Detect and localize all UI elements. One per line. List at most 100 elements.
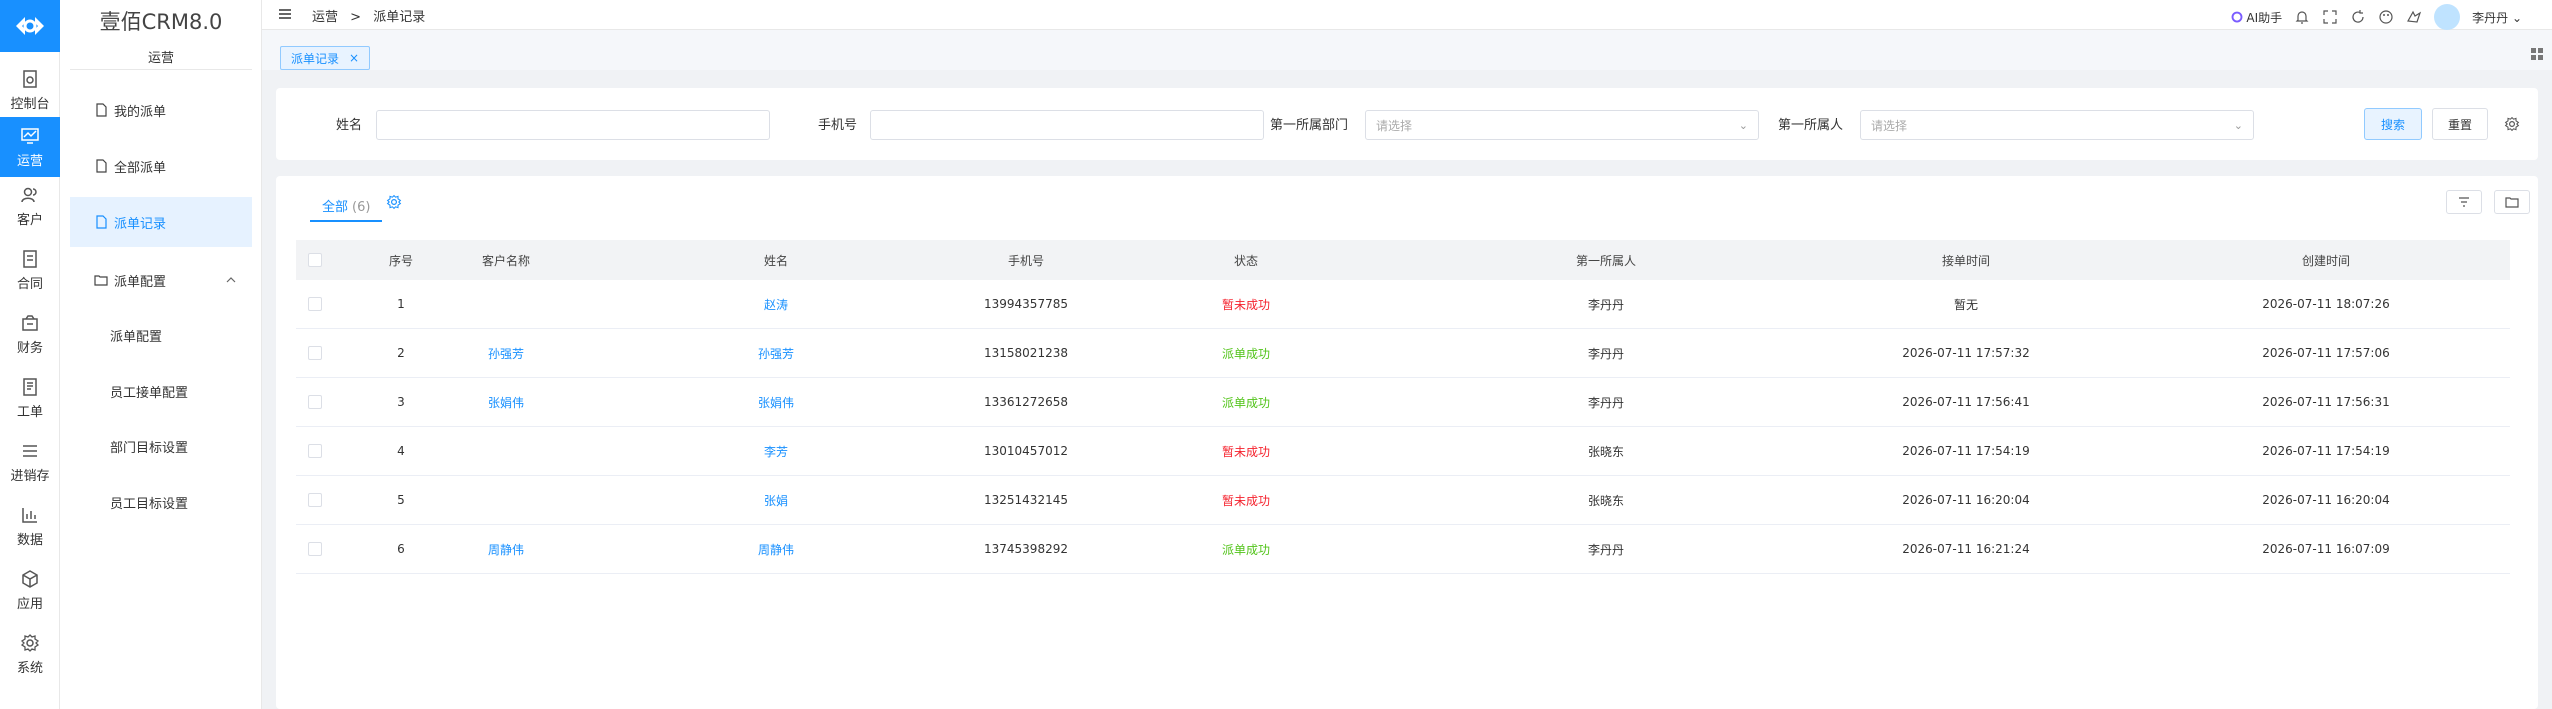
table-row: 6 周静伟 周静伟 13745398292 派单成功 李丹丹 2026-07-11 16:2… [296, 525, 2510, 574]
rail-item-data[interactable]: 数据 [0, 496, 60, 556]
list-icon [23, 444, 37, 457]
rail-item-finance[interactable]: 财务 [0, 304, 60, 364]
row-created-time: 2026-07-11 17:56:31 [2262, 395, 2390, 409]
row-name[interactable]: 周静伟 [696, 525, 856, 573]
owner-label: 第一所属人 [1778, 118, 1844, 133]
menu-group-dispatch-config[interactable]: 派单配置 [70, 255, 252, 305]
menu-item-label: 我的派单 [114, 104, 167, 120]
chevron-down-icon: ⌄ [2233, 119, 2243, 132]
avatar[interactable] [2434, 4, 2461, 30]
row-name[interactable]: 赵涛 [696, 280, 856, 328]
row-checkbox[interactable] [308, 395, 322, 409]
menu-child-dept-target[interactable]: 部门目标设置 [70, 421, 252, 471]
menu-child-label: 派单配置 [110, 329, 163, 345]
owner-select[interactable]: 请选择 ⌄ [1860, 110, 2254, 140]
menu-child-dispatch-config[interactable]: 派单配置 [70, 310, 252, 360]
reset-button[interactable]: 重置 [2432, 108, 2488, 140]
row-customer[interactable] [426, 280, 586, 328]
row-accept-time: 2026-07-11 17:54:19 [1902, 444, 2030, 458]
dept-select[interactable]: 请选择 ⌄ [1365, 110, 1759, 140]
header-owner: 第一所属人 [1575, 253, 1636, 268]
rail-label: 数据 [16, 532, 43, 548]
app-rail: 控制台 运营 客户 合同 财务 工单 进销存 数据 应用 系统 [0, 0, 60, 709]
rail-item-system[interactable]: 系统 [0, 624, 60, 684]
fullscreen-icon[interactable] [2322, 9, 2338, 25]
table-panel: 全部 (6) 序号 客户名称 姓名 手机号 状态 第一所属人 接单时间 创建时间 … [276, 176, 2538, 709]
top-tools: AI助手 李丹丹 ⌄ [2231, 4, 2522, 30]
breadcrumb-item[interactable]: 运营 [312, 10, 338, 25]
row-customer[interactable]: 张娟伟 [426, 378, 586, 426]
app-logo[interactable] [0, 0, 60, 52]
row-accept-time: 2026-07-11 16:21:24 [1902, 542, 2030, 556]
palette-icon[interactable] [2378, 9, 2394, 25]
rail-item-contracts[interactable]: 合同 [0, 240, 60, 300]
folder-button[interactable] [2494, 190, 2530, 214]
menu-toggle-icon[interactable] [278, 7, 292, 21]
row-phone: 13158021238 [984, 346, 1068, 360]
rail-item-apps[interactable]: 应用 [0, 560, 60, 620]
dept-placeholder: 请选择 [1376, 119, 1413, 133]
rail-item-tickets[interactable]: 工单 [0, 368, 60, 428]
grid-icon[interactable] [2530, 47, 2544, 61]
menu-child-employee-accept-config[interactable]: 员工接单配置 [70, 366, 252, 416]
bell-icon[interactable] [2294, 9, 2310, 25]
row-customer[interactable]: 孙强芳 [426, 329, 586, 377]
search-button[interactable]: 搜索 [2364, 108, 2422, 140]
rail-item-operations[interactable]: 运营 [0, 117, 60, 177]
row-name[interactable]: 李芳 [696, 427, 856, 475]
row-accept-time: 暂无 [1953, 297, 1978, 312]
row-name[interactable]: 孙强芳 [696, 329, 856, 377]
menu-item-dispatch-records[interactable]: 派单记录 [70, 197, 252, 247]
menu-item-my-orders[interactable]: 我的派单 [70, 85, 252, 135]
table-header: 序号 客户名称 姓名 手机号 状态 第一所属人 接单时间 创建时间 [296, 240, 2510, 280]
row-created-time: 2026-07-11 17:57:06 [2262, 346, 2390, 360]
breadcrumb-separator: > [350, 10, 362, 25]
rail-item-inventory[interactable]: 进销存 [0, 432, 60, 492]
row-customer[interactable]: 周静伟 [426, 525, 586, 573]
user-menu[interactable]: 李丹丹 ⌄ [2472, 9, 2522, 26]
menu-item-label: 派单配置 [114, 274, 167, 290]
tab-all[interactable]: 全部 (6) [310, 196, 383, 222]
tab-label: 派单记录 [291, 51, 340, 66]
settings-gear-icon[interactable] [2504, 116, 2520, 132]
name-input[interactable] [376, 110, 770, 140]
row-name[interactable]: 张娟伟 [696, 378, 856, 426]
menu-item-all-orders[interactable]: 全部派单 [70, 141, 252, 191]
row-accept-time: 2026-07-11 17:57:32 [1902, 346, 2030, 360]
row-owner: 李丹丹 [1587, 297, 1624, 312]
document-icon [96, 103, 107, 117]
row-checkbox[interactable] [308, 493, 322, 507]
column-filter-button[interactable] [2446, 190, 2482, 214]
ai-assistant-button[interactable]: AI助手 [2231, 9, 2282, 26]
row-status: 暂未成功 [1221, 444, 1270, 459]
row-phone: 13251432145 [984, 493, 1068, 507]
row-created-time: 2026-07-11 17:54:19 [2262, 444, 2390, 458]
skin-icon[interactable] [2406, 9, 2422, 25]
row-customer[interactable] [426, 476, 586, 524]
row-phone: 13745398292 [984, 542, 1068, 556]
row-customer[interactable] [426, 427, 586, 475]
menu-child-employee-target[interactable]: 员工目标设置 [70, 477, 252, 527]
row-checkbox[interactable] [308, 346, 322, 360]
row-name[interactable]: 张娟 [696, 476, 856, 524]
tab-dispatch-records[interactable]: 派单记录 × [280, 46, 371, 70]
select-all-checkbox[interactable] [308, 253, 322, 267]
row-status: 派单成功 [1221, 346, 1270, 361]
rail-item-customers[interactable]: 客户 [0, 176, 60, 236]
row-checkbox[interactable] [308, 542, 322, 556]
tab-close-icon[interactable]: × [349, 51, 359, 65]
folder-icon [2505, 197, 2519, 208]
row-checkbox[interactable] [308, 297, 322, 311]
brand-title: 壹佰CRM8.0 [99, 10, 223, 34]
monitor-chart-icon [21, 127, 39, 144]
rail-item-dashboard[interactable]: 控制台 [0, 60, 60, 120]
row-checkbox[interactable] [308, 444, 322, 458]
refresh-icon[interactable] [2350, 9, 2366, 25]
tab-all-count: (6) [352, 200, 371, 215]
menu-item-label: 派单记录 [114, 216, 167, 232]
phone-input[interactable] [870, 110, 1264, 140]
folder-icon [94, 275, 108, 286]
header-accept-time: 接单时间 [1941, 253, 1990, 268]
tab-settings-gear-icon[interactable] [386, 194, 402, 210]
document-icon [96, 159, 107, 173]
